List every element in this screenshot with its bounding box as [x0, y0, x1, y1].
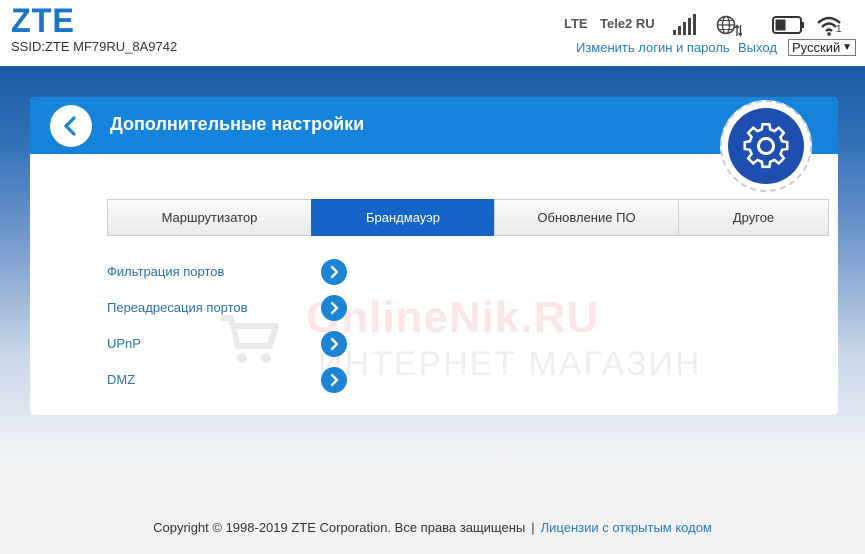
watermark-tagline: ИНТЕРНЕТ МАГАЗИН: [318, 345, 702, 383]
open-source-license-link[interactable]: Лицензии с открытым кодом: [541, 520, 712, 535]
tab-bar: Маршрутизатор Брандмауэр Обновление ПО Д…: [107, 199, 829, 236]
change-login-link[interactable]: Изменить логин и пароль: [576, 40, 730, 55]
back-button[interactable]: [50, 105, 92, 147]
account-links: Изменить логин и пароль Выход Русский ▼: [0, 39, 865, 59]
operator-name: Tele2 RU: [600, 16, 655, 31]
tab-firmware-update-label: Обновление ПО: [537, 210, 636, 225]
status-bar: LTE Tele2 RU 1: [0, 14, 865, 40]
menu-item-label: Фильтрация портов: [107, 264, 225, 279]
menu-item-label: DMZ: [107, 372, 136, 387]
chevron-right-icon[interactable]: [321, 331, 347, 357]
menu-item-port-forwarding[interactable]: Переадресация портов: [107, 295, 367, 321]
tab-other[interactable]: Другое: [678, 199, 829, 236]
menu-item-port-filtering[interactable]: Фильтрация портов: [107, 259, 367, 285]
logout-link[interactable]: Выход: [738, 40, 777, 55]
language-select[interactable]: Русский ▼: [788, 39, 856, 56]
menu-item-dmz[interactable]: DMZ: [107, 367, 367, 393]
footer-separator: |: [531, 520, 535, 535]
gear-icon: [743, 123, 789, 169]
tab-router-label: Маршрутизатор: [161, 210, 258, 225]
menu-item-label: Переадресация портов: [107, 300, 248, 315]
top-bar: ZTE SSID:ZTE MF79RU_8A9742 LTE Tele2 RU: [0, 0, 865, 66]
tab-other-label: Другое: [732, 210, 775, 225]
card-header: Дополнительные настройки: [30, 97, 838, 154]
chevron-right-icon[interactable]: [321, 367, 347, 393]
page-title: Дополнительные настройки: [110, 114, 365, 134]
menu-item-label: UPnP: [107, 336, 141, 351]
chevron-right-icon[interactable]: [321, 259, 347, 285]
chevron-right-icon[interactable]: [321, 295, 347, 321]
tab-firmware-update[interactable]: Обновление ПО: [494, 199, 679, 236]
chevron-left-icon: [64, 116, 76, 136]
tab-firewall-label: Брандмауэр: [366, 210, 440, 225]
menu-item-upnp[interactable]: UPnP: [107, 331, 367, 357]
tab-firewall[interactable]: Брандмауэр: [311, 199, 495, 236]
globe-data-icon: [716, 15, 742, 37]
settings-badge-circle: [728, 108, 804, 184]
wifi-client-count: 1: [836, 24, 842, 35]
footer: Copyright © 1998-2019 ZTE Corporation. В…: [0, 520, 865, 535]
chevron-down-icon: ▼: [842, 42, 852, 53]
network-type: LTE: [564, 16, 588, 31]
settings-badge: [720, 100, 812, 192]
signal-bars-icon: [673, 14, 696, 35]
copyright-text: Copyright © 1998-2019 ZTE Corporation. В…: [153, 520, 526, 535]
language-value: Русский: [792, 40, 841, 55]
battery-icon: [772, 16, 804, 34]
tab-router[interactable]: Маршрутизатор: [107, 199, 312, 236]
